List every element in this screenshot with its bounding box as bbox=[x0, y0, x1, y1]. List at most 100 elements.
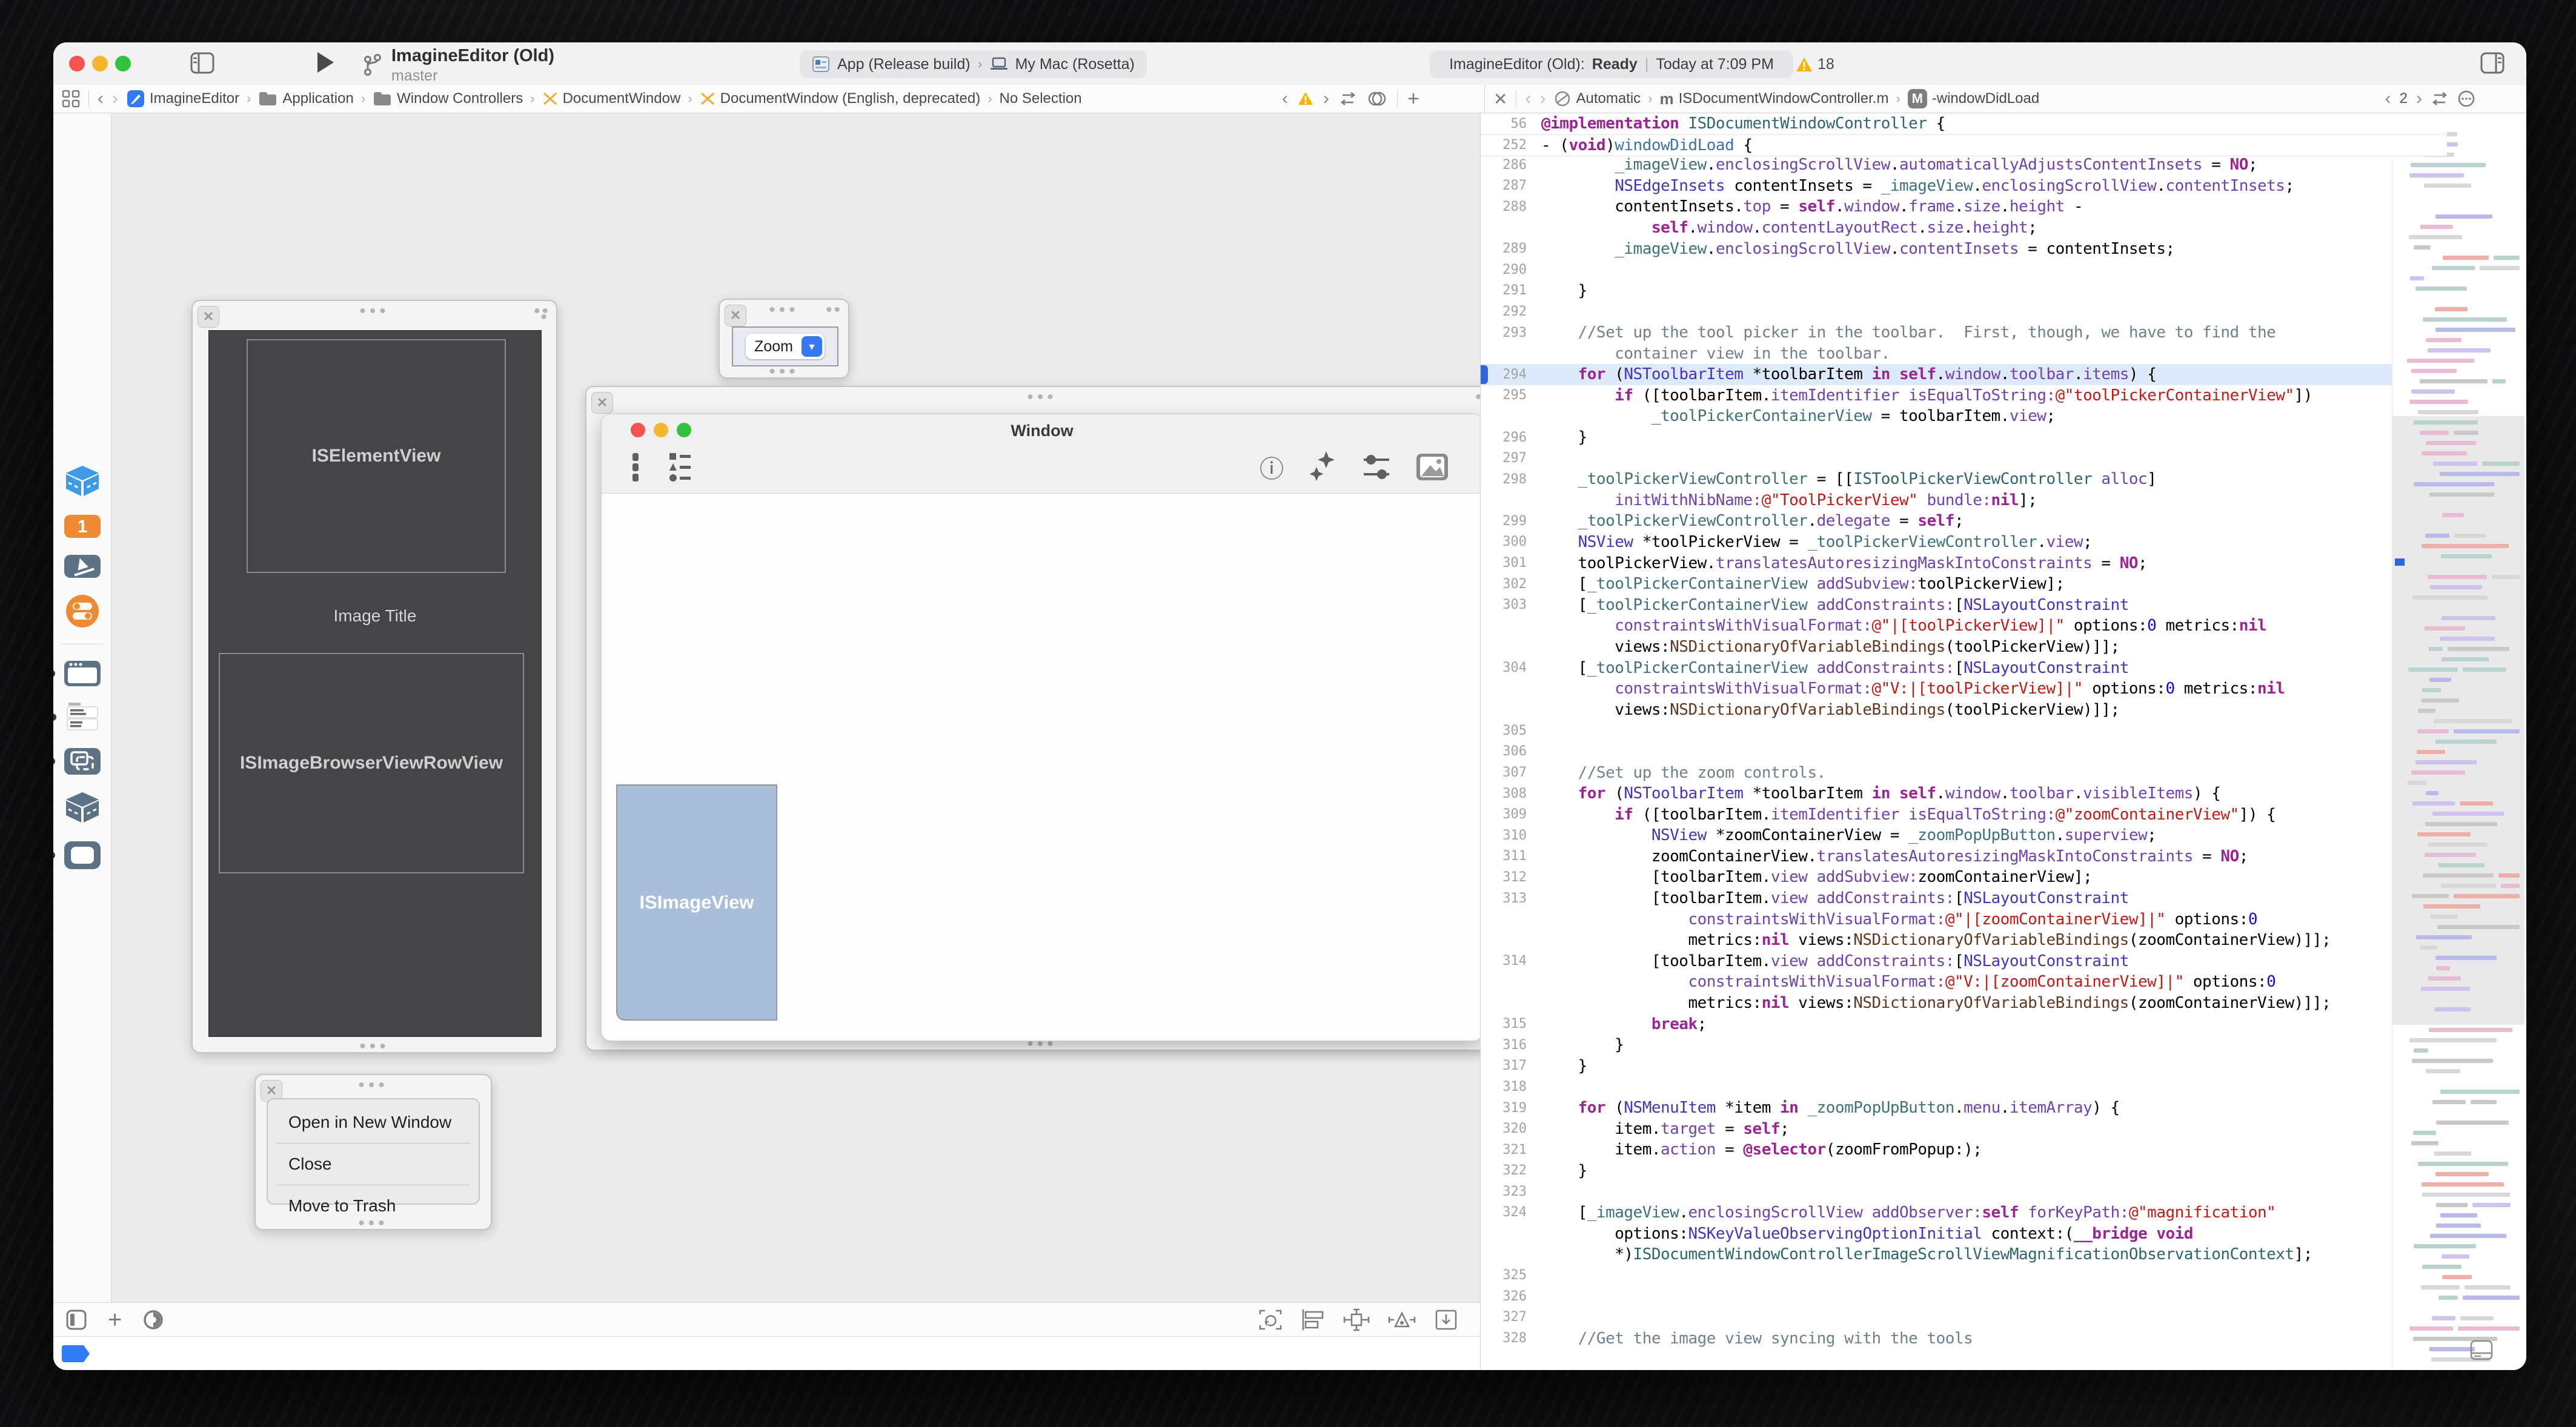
line-number[interactable]: 316 bbox=[1481, 1038, 1527, 1053]
dock-item-rect-icon[interactable] bbox=[64, 841, 101, 870]
line-number[interactable]: 293 bbox=[1481, 325, 1527, 340]
breadcrumb-item[interactable]: M-windowDidLoad bbox=[1908, 89, 2039, 108]
line-number[interactable]: 320 bbox=[1481, 1121, 1527, 1136]
code-line[interactable]: 305 bbox=[1481, 720, 2447, 741]
code-line[interactable]: constraintsWithVisualFormat:@"V:|[toolPi… bbox=[1481, 678, 2447, 700]
activity-viewer[interactable]: ImagineEditor (Old): Ready | Today at 7:… bbox=[1430, 50, 1793, 78]
dock-item-window-mini-icon[interactable] bbox=[64, 660, 101, 687]
iselementview-scene-panel[interactable]: ✕ ••• •• • ••• ISElementView Image Title… bbox=[191, 300, 557, 1053]
breadcrumb-item[interactable]: DocumentWindow bbox=[542, 90, 681, 107]
code-line[interactable]: 291 } bbox=[1481, 280, 2447, 302]
code-line[interactable]: 320 item.target = self; bbox=[1481, 1118, 2447, 1139]
sparkles-icon[interactable] bbox=[1308, 450, 1337, 484]
resolve-icon[interactable] bbox=[1388, 1308, 1416, 1331]
breadcrumb-item[interactable]: Window Controllers bbox=[373, 90, 523, 107]
menu-scene-panel[interactable]: ✕ ••• ••• Open in New WindowCloseMove to… bbox=[254, 1074, 492, 1230]
code-line[interactable]: constraintsWithVisualFormat:@"|[toolPick… bbox=[1481, 615, 2447, 637]
line-number[interactable]: 298 bbox=[1481, 472, 1527, 487]
code-line[interactable]: 298 _toolPickerViewController = [[ISTool… bbox=[1481, 469, 2447, 490]
panel-left-icon[interactable] bbox=[65, 1309, 87, 1331]
code-line[interactable]: 295 if ([toolbarItem.itemIdentifier isEq… bbox=[1481, 385, 2447, 406]
code-line[interactable]: 321 item.action = @selector(zoomFromPopu… bbox=[1481, 1139, 2447, 1160]
code-line[interactable]: 323 bbox=[1481, 1181, 2447, 1202]
line-number[interactable]: 323 bbox=[1481, 1184, 1527, 1199]
code-line[interactable]: container view in the toolbar. bbox=[1481, 343, 2447, 364]
dock-item-menu-mini-icon[interactable] bbox=[65, 703, 100, 732]
line-number[interactable]: 312 bbox=[1481, 870, 1527, 885]
zoom-popup-button[interactable]: Zoom ▾ bbox=[746, 334, 825, 359]
code-line[interactable]: 290 bbox=[1481, 259, 2447, 280]
image-well-icon[interactable] bbox=[1416, 453, 1449, 481]
code-line[interactable]: 287 NSEdgeInsets contentInsets = _imageV… bbox=[1481, 176, 2447, 197]
resize-handle-dots[interactable]: •• • bbox=[1475, 394, 1480, 406]
code-line[interactable]: 315 break; bbox=[1481, 1013, 2447, 1035]
issue-warning-icon[interactable] bbox=[1298, 91, 1313, 106]
code-line[interactable]: 326 bbox=[1481, 1286, 2447, 1307]
code-line[interactable]: 308 for (NSToolbarItem *toolbarItem in s… bbox=[1481, 783, 2447, 804]
code-line[interactable]: self.window.contentLayoutRect.size.heigh… bbox=[1481, 217, 2447, 239]
source-editor[interactable]: 56@implementation ISDocumentWindowContro… bbox=[1480, 113, 2526, 1370]
line-number[interactable]: 327 bbox=[1481, 1309, 1527, 1325]
list-toolbar-icon[interactable] bbox=[667, 452, 697, 483]
code-line[interactable]: initWithNibName:@"ToolPickerView" bundle… bbox=[1481, 490, 2447, 511]
breadcrumb-item[interactable]: ImagineEditor bbox=[127, 90, 239, 108]
code-forward-icon[interactable]: › bbox=[1539, 90, 1545, 108]
dock-item-toggles-icon[interactable] bbox=[65, 594, 99, 628]
code-rows[interactable]: 286 _imageView.enclosingScrollView.autom… bbox=[1481, 154, 2447, 1349]
close-window-button[interactable] bbox=[69, 56, 85, 71]
code-line[interactable]: 316 } bbox=[1481, 1035, 2447, 1056]
plus-icon[interactable]: + bbox=[108, 1308, 122, 1332]
dock-item-badge-1-icon[interactable]: 1 bbox=[64, 514, 101, 538]
dock-item-copies-icon[interactable] bbox=[64, 747, 101, 775]
line-number[interactable]: 288 bbox=[1481, 199, 1527, 214]
window-scene-panel[interactable]: ✕ ••• •• • ••• Window ⓘ bbox=[585, 386, 1480, 1051]
breadcrumb-item[interactable]: Application bbox=[258, 90, 353, 107]
code-line[interactable]: 288 contentInsets.top = self.window.fram… bbox=[1481, 196, 2447, 217]
line-number[interactable]: 325 bbox=[1481, 1268, 1527, 1283]
menu-item[interactable]: Open in New Window bbox=[268, 1105, 479, 1139]
code-line[interactable]: 304 [_toolPickerContainerView addConstra… bbox=[1481, 657, 2447, 678]
designed-window-content[interactable]: ISImageView bbox=[602, 494, 1480, 1041]
embed-icon[interactable] bbox=[1434, 1308, 1458, 1331]
line-number[interactable]: 294 bbox=[1481, 367, 1527, 382]
code-line[interactable]: 313 [toolbarItem.view addConstraints:[NS… bbox=[1481, 888, 2447, 909]
line-number[interactable]: 307 bbox=[1481, 765, 1527, 780]
line-number[interactable]: 318 bbox=[1481, 1079, 1527, 1094]
add-editor-icon[interactable]: + bbox=[1407, 87, 1419, 111]
code-line[interactable]: 299 _toolPickerViewController.delegate =… bbox=[1481, 511, 2447, 532]
line-number[interactable]: 286 bbox=[1481, 157, 1527, 173]
previous-issue-icon[interactable]: ‹ bbox=[1282, 90, 1288, 108]
code-line[interactable]: 318 bbox=[1481, 1076, 2447, 1098]
line-number[interactable]: 315 bbox=[1481, 1016, 1527, 1031]
editor-bottombar-toggle-icon[interactable] bbox=[2470, 1340, 2493, 1360]
code-line[interactable]: 300 NSView *toolPickerView = _toolPicker… bbox=[1481, 532, 2447, 553]
forward-icon[interactable]: › bbox=[112, 90, 118, 108]
drag-handle-dots[interactable]: ••• bbox=[359, 308, 390, 314]
code-line[interactable]: constraintsWithVisualFormat:@"V:|[zoomCo… bbox=[1481, 972, 2447, 993]
code-line[interactable]: 324 [_imageView.enclosingScrollView addO… bbox=[1481, 1202, 2447, 1223]
zoom-container-view[interactable]: Zoom ▾ bbox=[732, 326, 838, 366]
update-frames-icon[interactable] bbox=[1258, 1308, 1283, 1331]
code-line[interactable]: 319 for (NSMenuItem *item in _zoomPopUpB… bbox=[1481, 1098, 2447, 1119]
line-number[interactable]: 299 bbox=[1481, 514, 1527, 529]
zoom-window-button[interactable] bbox=[115, 56, 131, 71]
info-icon[interactable]: ⓘ bbox=[1260, 449, 1284, 485]
iselementview-box[interactable]: ISElementView bbox=[247, 339, 506, 573]
code-review-icon[interactable] bbox=[1367, 90, 1387, 107]
minimap[interactable] bbox=[2392, 113, 2525, 1370]
more-options-icon[interactable] bbox=[2457, 90, 2475, 108]
line-number[interactable]: 309 bbox=[1481, 807, 1527, 822]
code-line[interactable]: 301 toolPickerView.translatesAutoresizin… bbox=[1481, 552, 2447, 574]
code-line[interactable]: 309 if ([toolbarItem.itemIdentifier isEq… bbox=[1481, 804, 2447, 825]
code-line[interactable]: 314 [toolbarItem.view addConstraints:[NS… bbox=[1481, 951, 2447, 972]
resize-handle-dots[interactable]: •• • bbox=[534, 308, 550, 320]
line-number[interactable]: 317 bbox=[1481, 1058, 1527, 1073]
close-icon[interactable]: ✕ bbox=[591, 392, 613, 414]
drag-handle-dots[interactable]: ••• bbox=[769, 307, 799, 313]
image-title-label[interactable]: Image Title bbox=[209, 606, 541, 626]
line-number[interactable]: 287 bbox=[1481, 178, 1527, 193]
menu-item[interactable]: Close bbox=[268, 1147, 479, 1181]
code-line[interactable]: 328 //Get the image view syncing with th… bbox=[1481, 1328, 2447, 1349]
line-number[interactable]: 296 bbox=[1481, 430, 1527, 445]
resize-handle-dots[interactable]: •• bbox=[826, 307, 842, 313]
